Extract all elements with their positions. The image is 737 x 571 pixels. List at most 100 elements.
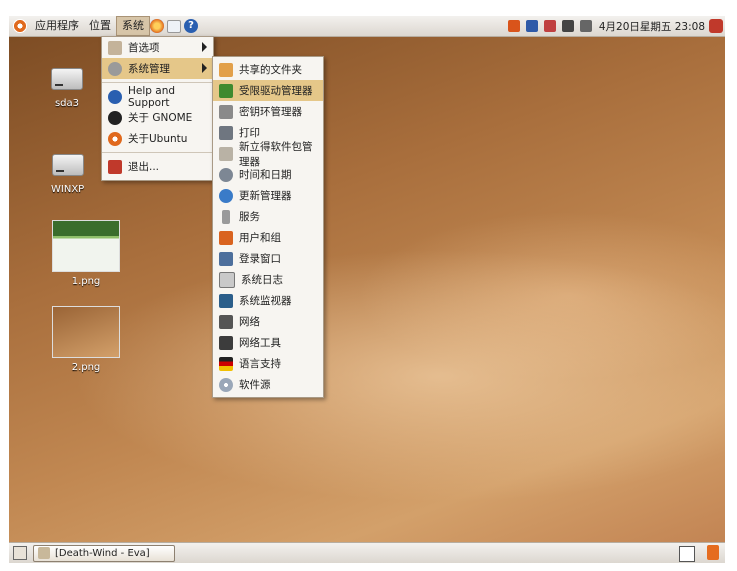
- network-icon: [219, 314, 233, 329]
- menu-item-about-ubuntu[interactable]: 关于Ubuntu: [102, 128, 213, 149]
- menu-item-system-monitor[interactable]: 系统监视器: [213, 290, 323, 311]
- users-icon: [219, 230, 233, 245]
- update-notifier-icon[interactable]: [543, 20, 556, 32]
- menu-item-label: 关于 GNOME: [128, 112, 193, 124]
- menu-item-system-log[interactable]: 系统日志: [213, 269, 323, 290]
- menu-item-about-gnome[interactable]: 关于 GNOME: [102, 107, 213, 128]
- menu-item-label: 更新管理器: [239, 190, 292, 202]
- menu-item-label: 登录窗口: [239, 253, 281, 265]
- menu-item-quit[interactable]: 退出...: [102, 156, 213, 177]
- menu-item-software-sources[interactable]: 软件源: [213, 374, 323, 395]
- menu-item-label: 系统管理: [128, 63, 170, 75]
- system-tray: 4月20日星期五 23:08: [505, 16, 725, 36]
- menu-item-login-window[interactable]: 登录窗口: [213, 248, 323, 269]
- ubuntu-icon: [108, 131, 122, 146]
- printer-icon: [219, 125, 233, 140]
- image-thumbnail: [52, 220, 120, 272]
- desktop: 应用程序 位置 系统 ? 4月20日星期五 23:08 sda3 WINXP 1…: [9, 16, 725, 563]
- clock-icon: [219, 167, 233, 182]
- network-tools-icon: [219, 335, 233, 350]
- menu-item-label: 用户和组: [239, 232, 281, 244]
- menu-item-label: 软件源: [239, 379, 271, 391]
- desktop-icon-2png[interactable]: 2.png: [52, 306, 120, 373]
- gnome-foot-icon: [108, 110, 122, 125]
- driver-card-icon: [219, 83, 233, 98]
- user-switcher-icon[interactable]: [507, 20, 520, 32]
- mail-launcher-icon[interactable]: [167, 19, 181, 33]
- drive-icon: [51, 68, 83, 90]
- package-manager-icon: [219, 146, 233, 161]
- menu-item-preferences[interactable]: 首选项: [102, 37, 213, 58]
- bottom-panel: [Death-Wind - Eva]: [9, 542, 725, 563]
- update-icon: [219, 188, 233, 203]
- menu-item-label: 服务: [239, 211, 260, 223]
- menu-item-language-support[interactable]: 语言支持: [213, 353, 323, 374]
- desktop-icon-label: WINXP: [51, 184, 85, 195]
- menu-item-label: 受限驱动管理器: [239, 85, 313, 97]
- quit-icon: [108, 159, 122, 174]
- show-desktop-icon[interactable]: [13, 546, 27, 560]
- menu-item-label: 系统日志: [241, 274, 283, 286]
- desktop-icon-sda3[interactable]: sda3: [51, 68, 83, 109]
- menu-item-update-manager[interactable]: 更新管理器: [213, 185, 323, 206]
- menu-item-services[interactable]: 服务: [213, 206, 323, 227]
- desktop-icon-label: sda3: [54, 98, 80, 109]
- key-icon: [219, 104, 233, 119]
- trash-icon[interactable]: [707, 545, 719, 560]
- firefox-launcher-icon[interactable]: [150, 19, 164, 33]
- cd-icon: [219, 377, 233, 392]
- menu-places[interactable]: 位置: [84, 16, 116, 36]
- menu-system[interactable]: 系统: [116, 16, 150, 36]
- menu-item-shared-folders[interactable]: 共享的文件夹: [213, 59, 323, 80]
- system-menu: 首选项 系统管理 Help and Support 关于 GNOME 关于Ubu…: [101, 36, 214, 181]
- menu-item-help[interactable]: Help and Support: [102, 84, 213, 109]
- power-icon[interactable]: [709, 19, 723, 33]
- menu-item-label: 系统监视器: [239, 295, 292, 307]
- submenu-arrow-icon: [202, 63, 207, 73]
- menu-item-users-groups[interactable]: 用户和组: [213, 227, 323, 248]
- submenu-arrow-icon: [202, 42, 207, 52]
- menu-separator: [102, 82, 213, 83]
- preferences-icon: [108, 40, 122, 55]
- desktop-icon-1png[interactable]: 1.png: [52, 220, 120, 287]
- server-icon: [222, 209, 230, 224]
- window-icon: [38, 547, 50, 559]
- taskbar-button-label: [Death-Wind - Eva]: [55, 547, 150, 559]
- volume-icon[interactable]: [579, 20, 592, 32]
- menu-item-administration[interactable]: 系统管理: [102, 58, 213, 79]
- menu-item-label: 共享的文件夹: [239, 64, 302, 76]
- menu-item-synaptic[interactable]: 新立得软件包管理器: [213, 141, 323, 168]
- menu-item-time-date[interactable]: 时间和日期: [213, 164, 323, 185]
- menu-item-restricted-drivers[interactable]: 受限驱动管理器: [213, 80, 323, 101]
- top-panel: 应用程序 位置 系统 ? 4月20日星期五 23:08: [9, 16, 725, 37]
- network-icon[interactable]: [525, 20, 538, 32]
- login-window-icon: [219, 251, 233, 266]
- folder-icon: [219, 62, 233, 77]
- desktop-icon-winxp[interactable]: WINXP: [51, 154, 84, 195]
- menu-applications[interactable]: 应用程序: [30, 16, 84, 36]
- desktop-icon-label: 2.png: [71, 362, 101, 373]
- workspace-switcher[interactable]: [679, 546, 695, 562]
- menu-item-network-tools[interactable]: 网络工具: [213, 332, 323, 353]
- menu-item-label: 语言支持: [239, 358, 281, 370]
- system-monitor-icon: [219, 293, 233, 308]
- taskbar-button[interactable]: [Death-Wind - Eva]: [33, 544, 175, 562]
- menu-item-label: 首选项: [128, 42, 160, 54]
- menu-item-label: Help and Support: [128, 84, 176, 109]
- flag-icon: [219, 356, 233, 371]
- menu-item-network[interactable]: 网络: [213, 311, 323, 332]
- menu-separator: [102, 152, 213, 153]
- menu-item-label: 网络: [239, 316, 260, 328]
- help-launcher-icon[interactable]: ?: [184, 19, 198, 33]
- menu-item-keyring-manager[interactable]: 密钥环管理器: [213, 101, 323, 122]
- menu-item-label: 退出...: [128, 161, 160, 173]
- clock[interactable]: 4月20日星期五 23:08: [599, 19, 705, 34]
- display-icon[interactable]: [561, 20, 574, 32]
- help-icon: [108, 89, 122, 104]
- menu-item-label: 网络工具: [239, 337, 281, 349]
- menu-item-label: 密钥环管理器: [239, 106, 302, 118]
- menu-item-label: 时间和日期: [239, 169, 292, 181]
- image-thumbnail: [52, 306, 120, 358]
- drive-icon: [51, 154, 84, 176]
- ubuntu-logo-icon[interactable]: [13, 19, 27, 33]
